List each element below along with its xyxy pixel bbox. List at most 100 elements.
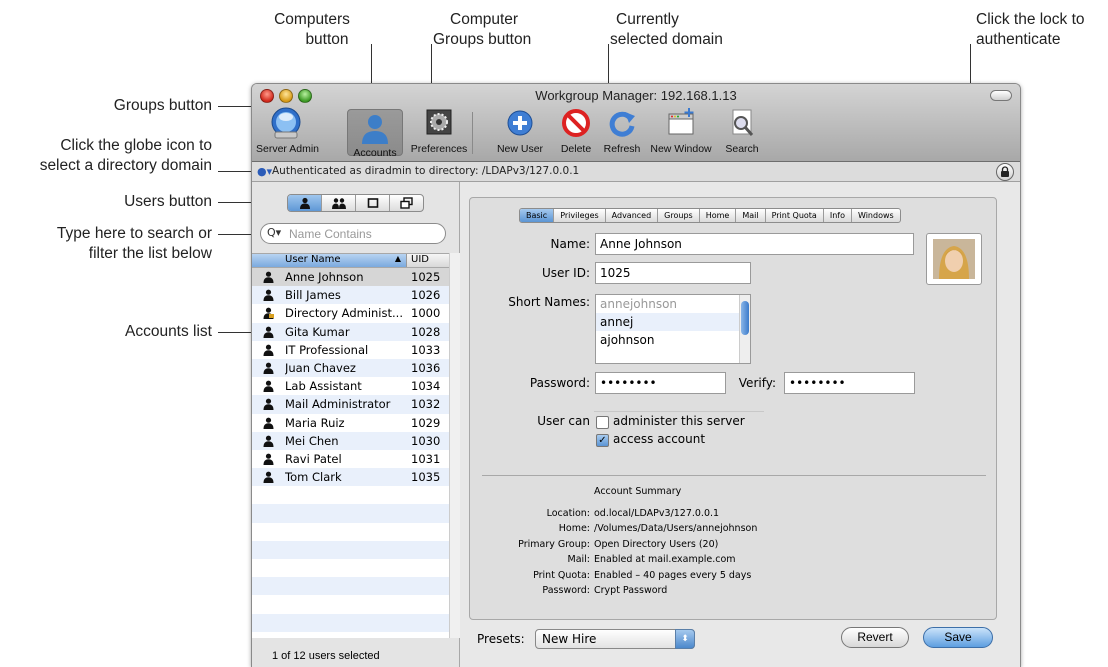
tab-mail[interactable]: Mail [736, 209, 766, 222]
titlebar: Workgroup Manager: 192.168.1.13 Server A… [252, 84, 1020, 162]
preferences-button[interactable]: Preferences [408, 106, 470, 158]
tab-print-quota[interactable]: Print Quota [766, 209, 824, 222]
account-summary-title: Account Summary [594, 486, 682, 497]
server-admin-button[interactable]: Server Admin [256, 106, 320, 158]
users-button[interactable] [288, 195, 322, 211]
tab-panel: Basic Privileges Advanced Groups Home Mail Pri… [469, 197, 997, 620]
computers-button[interactable] [356, 195, 390, 211]
empty-row [252, 540, 449, 559]
refresh-icon [609, 111, 635, 137]
accounts-button[interactable]: Accounts [347, 109, 403, 159]
access-account-checkbox[interactable]: ✓ [596, 434, 609, 447]
callout-line-2: selected domain [610, 31, 723, 48]
callout-users-button: Users button [124, 193, 212, 210]
figure: Computers button Computer Groups button … [0, 0, 1108, 667]
table-row[interactable]: Mei Chen 1030 [252, 431, 449, 450]
user-icon [252, 377, 285, 395]
search-field[interactable]: Q▾ Name Contains [260, 223, 446, 244]
toolbar-label: New User [496, 143, 544, 155]
userid-field[interactable]: 1025 [595, 262, 751, 284]
table-row[interactable]: Bill James 1026 [252, 286, 449, 305]
user-photo[interactable] [926, 233, 982, 285]
table-row[interactable]: Directory Administ... 1000 [252, 304, 449, 322]
auth-status-text: Authenticated as diradmin to directory: … [272, 165, 580, 177]
callout-line-1: Type here to search or [56, 225, 212, 242]
table-row[interactable]: IT Professional 1033 [252, 341, 449, 359]
uid-cell: 1033 [411, 342, 441, 357]
search-placeholder: Name Contains [289, 227, 372, 241]
table-row[interactable]: Ravi Patel 1031 [252, 450, 449, 468]
summary-key: Primary Group: [518, 538, 590, 550]
short-names-list[interactable]: annejohnson annej ajohnson [595, 294, 751, 364]
save-button[interactable]: Save [923, 627, 993, 648]
authentication-bar: ●▾ Authenticated as diradmin to director… [252, 162, 1020, 182]
callout-line-2: filter the list below [88, 245, 212, 262]
tab-basic[interactable]: Basic [520, 209, 555, 222]
tab-windows[interactable]: Windows [852, 209, 900, 222]
column-header-user-name[interactable]: User Name ▲ [252, 254, 407, 267]
uid-cell: 1031 [411, 451, 441, 466]
callout-line-2: authenticate [976, 31, 1061, 48]
toolbar-toggle-button[interactable] [990, 90, 1012, 101]
tab-info[interactable]: Info [824, 209, 852, 222]
short-name-item[interactable]: annejohnson [596, 295, 750, 313]
lock-icon[interactable] [996, 163, 1014, 181]
globe-icon[interactable]: ●▾ [257, 165, 272, 178]
summary-key: Print Quota: [533, 569, 590, 581]
server-admin-icon [271, 107, 301, 139]
tab-home[interactable]: Home [700, 209, 737, 222]
admin-user-icon [252, 304, 285, 322]
user-name-cell: Mail Administrator [285, 397, 391, 412]
user-icon [252, 432, 285, 450]
table-row[interactable]: Maria Ruiz 1029 [252, 414, 449, 432]
sort-ascending-icon: ▲ [394, 254, 401, 263]
short-names-label: Short Names: [508, 295, 590, 309]
user-icon [299, 197, 310, 209]
new-window-button[interactable]: New Window [650, 106, 712, 158]
refresh-button[interactable]: Refresh [600, 106, 644, 158]
short-name-item[interactable]: annej [596, 313, 750, 331]
presets-popup[interactable]: New Hire ⬍ [535, 629, 695, 649]
name-field[interactable]: Anne Johnson [595, 233, 914, 255]
accounts-sidebar: Q▾ Name Contains User Name ▲ UID Anne Jo… [252, 182, 460, 667]
tab-groups[interactable]: Groups [658, 209, 700, 222]
toolbar-label: Accounts [353, 147, 397, 159]
computer-groups-button[interactable] [390, 195, 423, 211]
short-names-scrollbar[interactable] [739, 295, 750, 363]
new-user-icon [507, 110, 533, 136]
uid-cell: 1030 [411, 433, 441, 448]
scroll-thumb[interactable] [741, 301, 749, 335]
callout-line-2: select a directory domain [39, 157, 212, 174]
tab-privileges[interactable]: Privileges [554, 209, 606, 222]
column-header-uid[interactable]: UID [407, 254, 449, 267]
userid-label: User ID: [542, 266, 590, 280]
verify-field[interactable]: •••••••• [784, 372, 915, 394]
table-row[interactable]: Mail Administrator 1032 [252, 395, 449, 414]
list-scrollbar[interactable] [449, 253, 460, 638]
user-name-cell: Lab Assistant [285, 379, 362, 394]
table-row[interactable]: Juan Chavez 1036 [252, 358, 449, 378]
revert-button[interactable]: Revert [841, 627, 909, 648]
selection-status: 1 of 12 users selected [272, 650, 380, 662]
callout-computers-button: Computers button [262, 10, 362, 50]
user-picture-icon [933, 239, 975, 279]
table-row[interactable]: Tom Clark 1035 [252, 468, 449, 487]
new-user-button[interactable]: New User [492, 106, 548, 158]
user-icon [252, 323, 285, 341]
groups-button[interactable] [322, 195, 356, 211]
tab-advanced[interactable]: Advanced [606, 209, 659, 222]
summary-value: Open Directory Users (20) [594, 538, 719, 550]
magnifier-icon[interactable]: Q▾ [267, 226, 281, 239]
table-row[interactable]: Lab Assistant 1034 [252, 377, 449, 395]
delete-button[interactable]: Delete [556, 106, 596, 158]
table-row[interactable]: Gita Kumar 1028 [252, 322, 449, 341]
chevron-updown-icon: ⬍ [675, 629, 695, 649]
search-toolbar-button[interactable]: Search [720, 106, 764, 158]
toolbar-label: Server Admin [256, 143, 320, 155]
verify-label: Verify: [738, 376, 776, 390]
user-name-cell: Directory Administ... [285, 306, 403, 321]
short-name-item[interactable]: ajohnson [596, 331, 750, 349]
empty-row [252, 595, 449, 613]
table-row[interactable]: Anne Johnson 1025 [252, 268, 449, 287]
administer-checkbox[interactable] [596, 416, 609, 429]
